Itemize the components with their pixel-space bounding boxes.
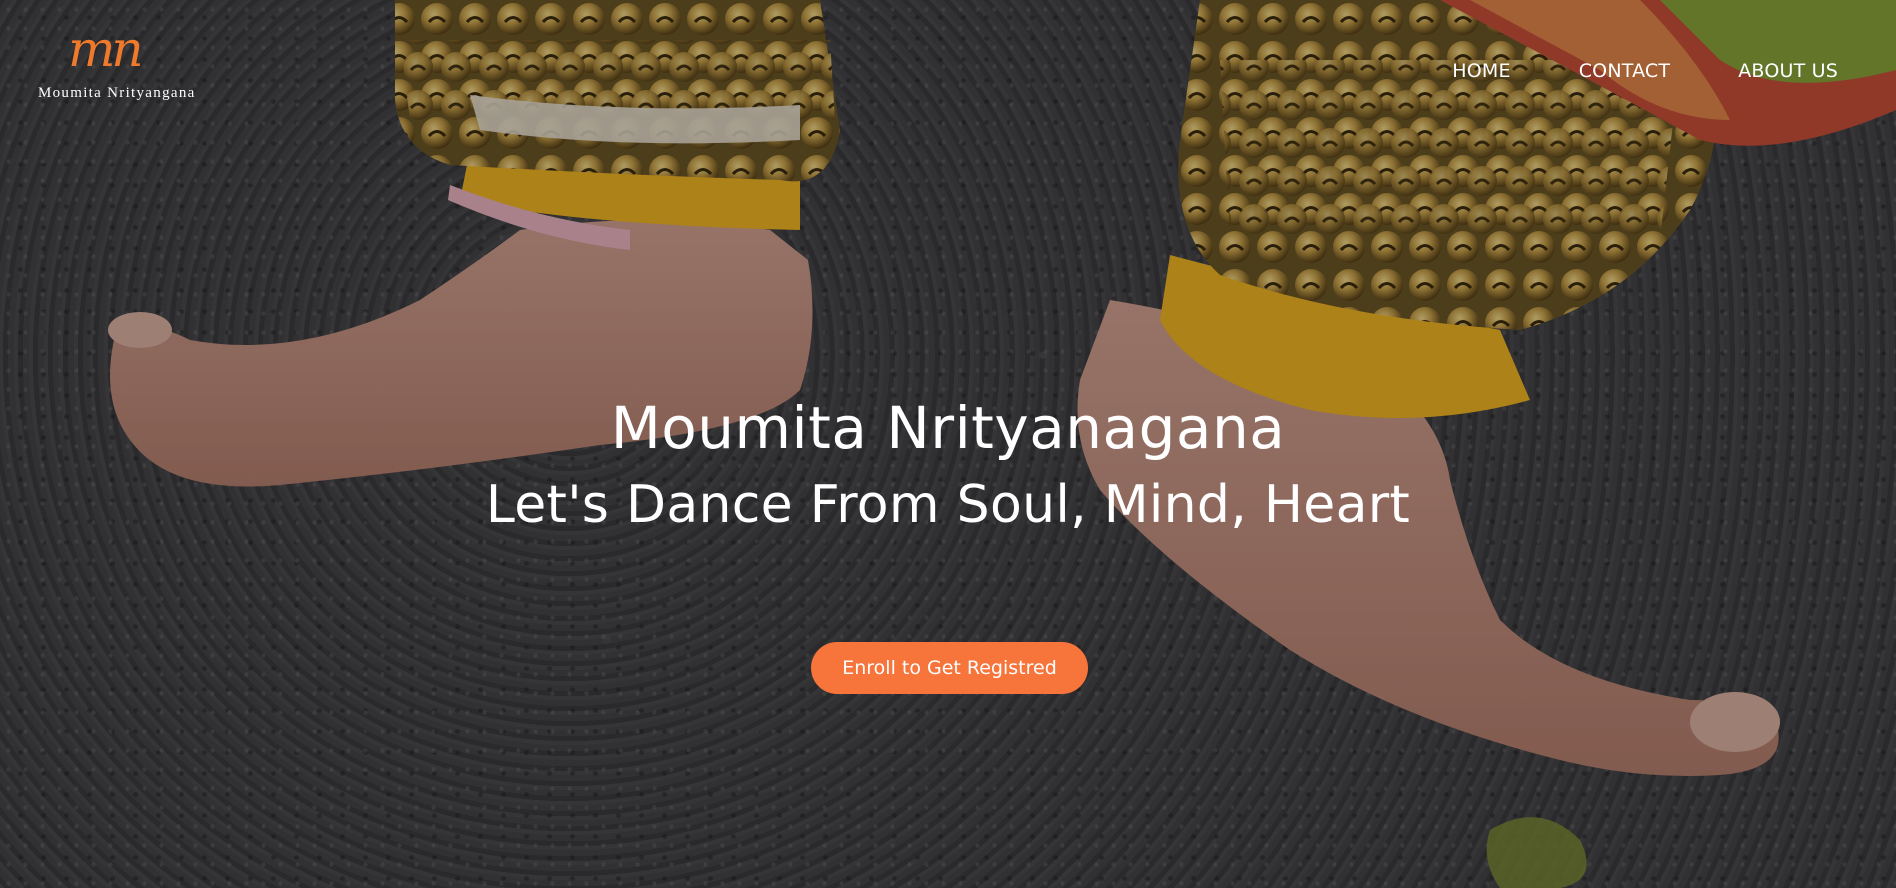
nav-home-link[interactable]: HOME (1452, 60, 1510, 82)
nav-about-us-link[interactable]: ABOUT US (1738, 60, 1838, 82)
enroll-button[interactable]: Enroll to Get Registred (811, 642, 1088, 694)
hero-title: Moumita Nrityanagana (610, 394, 1286, 462)
logo-mark: mn (68, 20, 144, 78)
nav-contact-link[interactable]: CONTACT (1579, 60, 1671, 82)
brand-logo[interactable]: mn Moumita Nrityangana (38, 24, 228, 108)
hero-section: mn Moumita Nrityangana HOME CONTACT ABOU… (0, 0, 1896, 888)
logo-text: Moumita Nrityangana (38, 85, 196, 101)
main-nav: HOME CONTACT ABOUT US (1452, 60, 1838, 82)
hero-subtitle: Let's Dance From Soul, Mind, Heart (485, 475, 1411, 535)
